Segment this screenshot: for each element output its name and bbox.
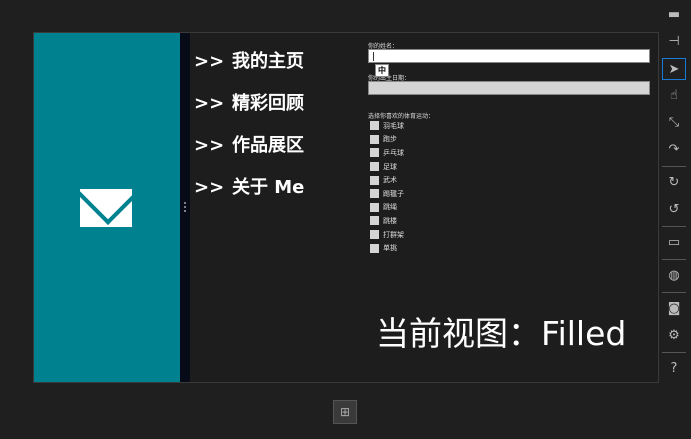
sport-checkbox[interactable]: 羽毛球 [368, 119, 658, 133]
rotate-counterclockwise-icon[interactable]: ↺ [662, 199, 686, 221]
nav-item-works[interactable]: >> 作品展区 [194, 131, 304, 173]
divider [662, 166, 686, 167]
nav-item-review[interactable]: >> 精彩回顾 [194, 89, 304, 131]
sport-label: 跳楼 [383, 216, 397, 225]
checkbox-box[interactable] [370, 134, 379, 144]
checkbox-box[interactable] [370, 216, 379, 226]
ime-indicator[interactable]: 中 [375, 64, 389, 77]
name-input[interactable] [368, 49, 650, 63]
mail-icon [80, 189, 132, 227]
nav-arrow: >> [194, 93, 225, 114]
sports-label: 选择你喜欢的体育运动： [368, 113, 435, 120]
nav-label: 精彩回顾 [232, 93, 304, 114]
checkbox-box[interactable] [370, 243, 379, 253]
mouse-mode-icon[interactable]: ➤ [662, 58, 686, 80]
sport-checkbox[interactable]: 跳楼 [368, 214, 658, 228]
sport-label: 武术 [383, 176, 397, 185]
checkbox-box[interactable] [370, 148, 379, 158]
snap-splitter[interactable] [180, 33, 190, 382]
help-icon[interactable]: ? [662, 358, 686, 380]
divider [662, 259, 686, 260]
profile-form: 你的姓名： 中 你的出生日期： 选择你喜欢的体育运动： 羽毛球跑步乒乓球足球武术… [368, 41, 658, 255]
windows-button-icon[interactable]: ⊞ [333, 400, 357, 424]
sport-checkbox[interactable]: 足球 [368, 160, 658, 174]
sport-checkbox[interactable]: 踢毽子 [368, 187, 658, 201]
sport-checkbox[interactable]: 打群架 [368, 228, 658, 242]
divider [662, 226, 686, 227]
sport-label: 羽毛球 [383, 121, 404, 130]
resolution-icon[interactable]: ▭ [662, 232, 686, 254]
birth-label: 你的出生日期： [368, 75, 411, 82]
sport-checkbox[interactable]: 跑步 [368, 133, 658, 147]
gear-icon[interactable]: ⚙ [662, 325, 686, 347]
view-state-text: 当前视图：Filled [376, 314, 627, 353]
divider [662, 352, 686, 353]
snapped-app-pane[interactable] [34, 33, 180, 382]
sport-checkbox[interactable]: 武术 [368, 173, 658, 187]
nav-label: 作品展区 [232, 135, 304, 156]
checkbox-box[interactable] [370, 121, 379, 131]
camera-icon[interactable]: ◙ [662, 298, 686, 320]
pin-icon[interactable]: ⊣ [662, 31, 686, 53]
splitter-grip-icon[interactable] [184, 201, 186, 213]
rotate-touch-icon[interactable]: ↷ [662, 139, 686, 161]
checkbox-box[interactable] [370, 162, 379, 172]
nav-arrow: >> [194, 51, 225, 72]
rotate-clockwise-icon[interactable]: ↻ [662, 172, 686, 194]
touch-mode-icon[interactable]: ☝ [662, 85, 686, 107]
nav-item-about[interactable]: >> 关于 Me [194, 173, 304, 215]
simulator-screen: >> 我的主页 >> 精彩回顾 >> 作品展区 >> 关于 Me 你的姓名： 中 你的出… [33, 32, 659, 383]
checkbox-box[interactable] [370, 189, 379, 199]
sport-label: 乒乓球 [383, 148, 404, 157]
divider [662, 292, 686, 293]
name-label: 你的姓名： [368, 43, 399, 50]
nav-arrow: >> [194, 177, 225, 198]
nav-item-home[interactable]: >> 我的主页 [194, 47, 304, 89]
nav-label: 我的主页 [232, 51, 304, 72]
nav-label: 关于 Me [232, 177, 305, 198]
sport-label: 打群架 [383, 230, 404, 239]
sport-label: 足球 [383, 162, 397, 171]
globe-icon[interactable]: ◍ [662, 265, 686, 287]
checkbox-box[interactable] [370, 230, 379, 240]
nav-arrow: >> [194, 135, 225, 156]
simulator-toolbar: ▬ ⊣ ➤ ☝ ⤡ ↷ ↻ ↺ ▭ ◍ ◙ ⚙ ? [661, 4, 687, 385]
sport-label: 跳绳 [383, 203, 397, 212]
sport-label: 跑步 [383, 135, 397, 144]
checkbox-box[interactable] [370, 175, 379, 185]
nav-menu: >> 我的主页 >> 精彩回顾 >> 作品展区 >> 关于 Me [194, 47, 304, 215]
pinch-zoom-icon[interactable]: ⤡ [662, 112, 686, 134]
minimize-icon[interactable]: ▬ [662, 4, 686, 26]
checkbox-box[interactable] [370, 202, 379, 212]
birth-date-input[interactable] [368, 81, 650, 95]
sport-checkbox[interactable]: 跳绳 [368, 201, 658, 215]
sport-label: 踢毽子 [383, 189, 404, 198]
sport-label: 单挑 [383, 244, 397, 253]
sport-checkbox[interactable]: 乒乓球 [368, 146, 658, 160]
sport-checkbox[interactable]: 单挑 [368, 241, 658, 255]
